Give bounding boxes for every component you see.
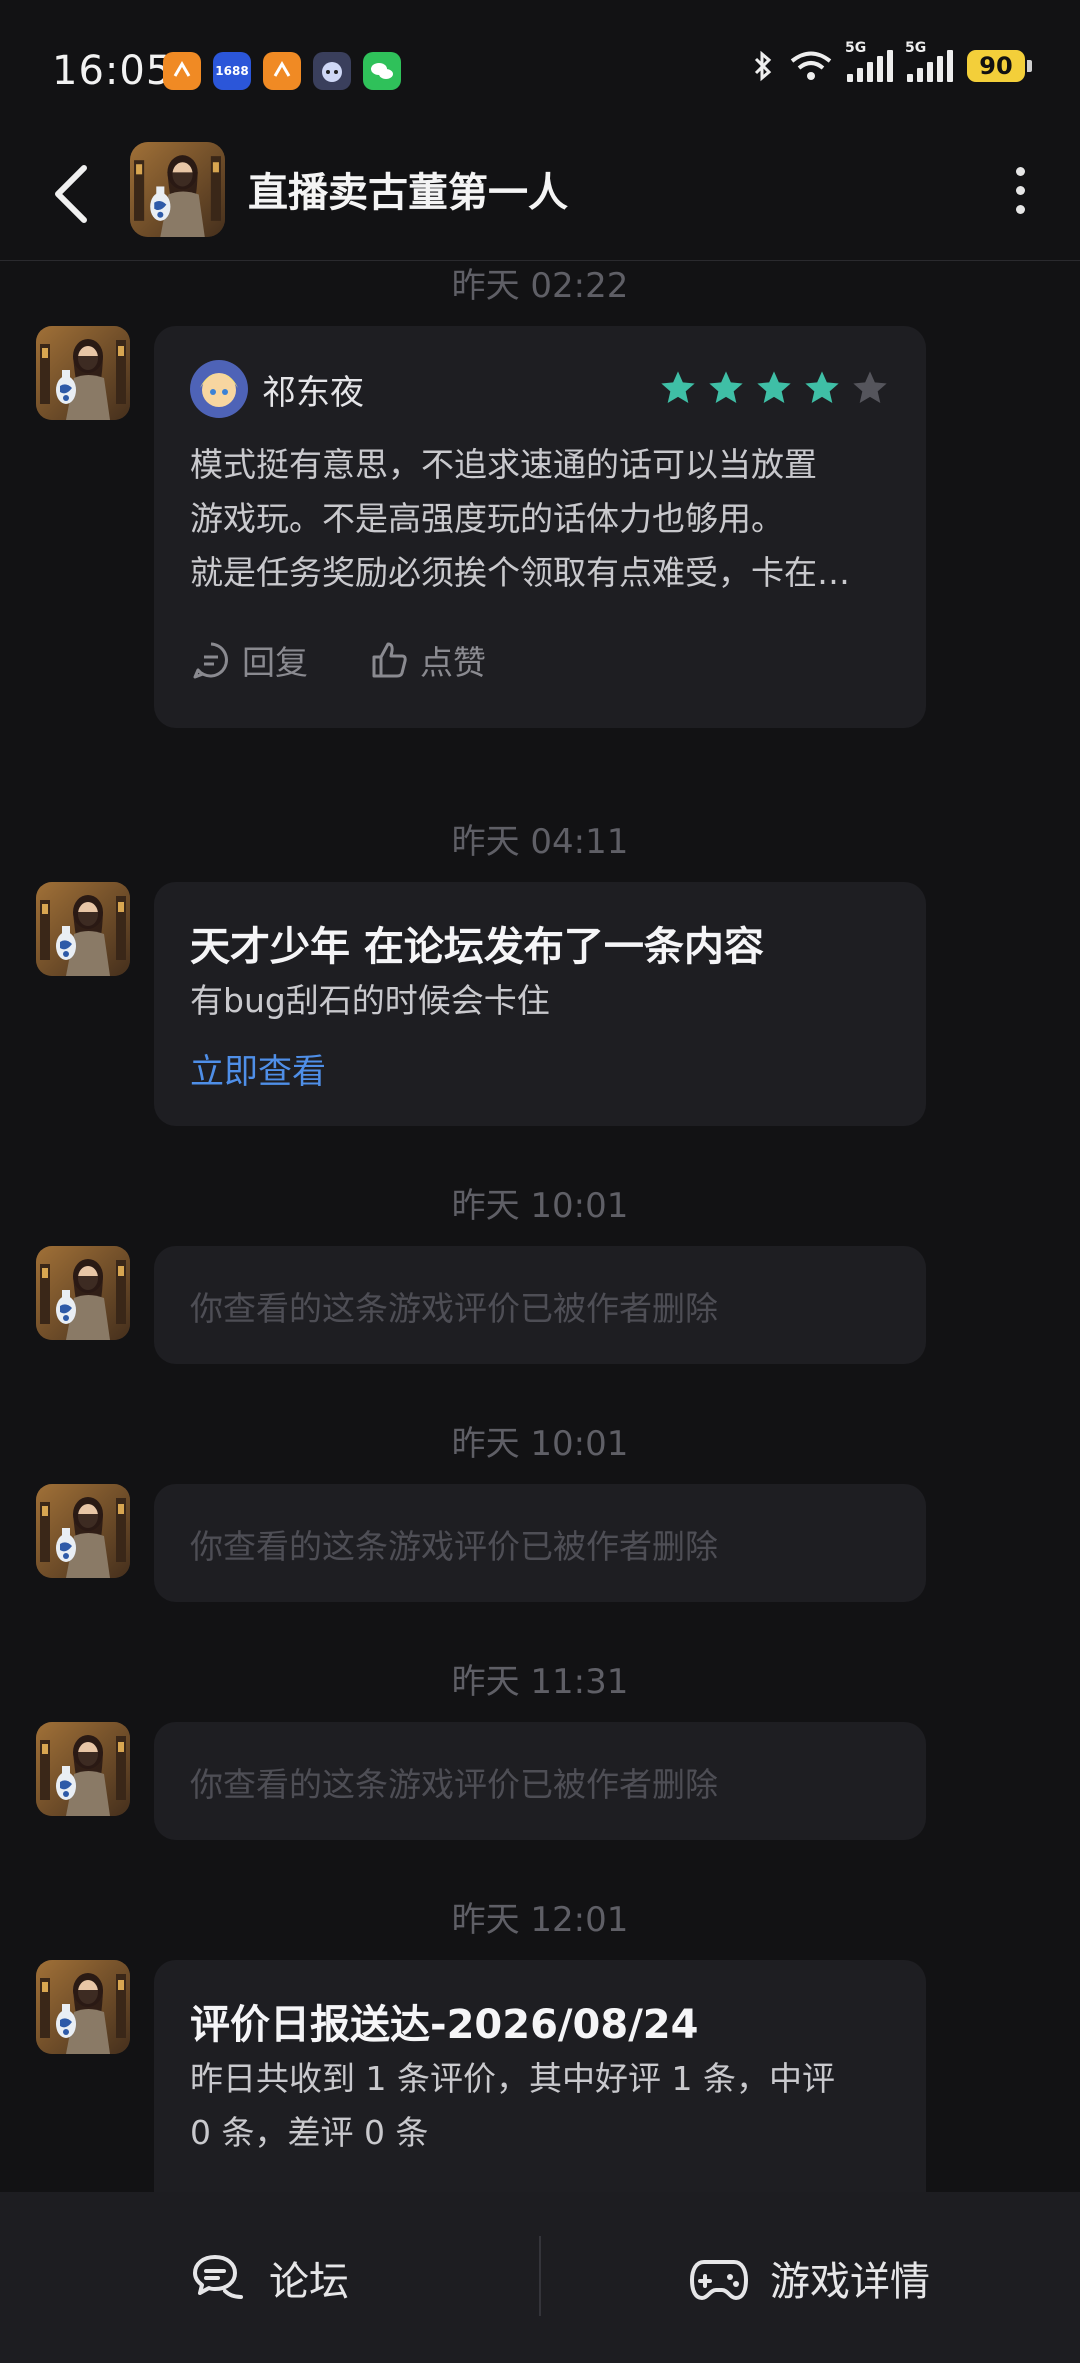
deleted-notice: 你查看的这条游戏评价已被作者删除	[190, 1765, 718, 1804]
1688-label: 1688	[215, 64, 249, 78]
review-text-line: 游戏玩。不是高强度玩的话体力也够用。	[190, 499, 784, 538]
system-indicators: 5G 5G 90	[751, 40, 1032, 82]
game-details-label: 游戏详情	[770, 2258, 930, 2305]
notification-icons: 1688	[163, 52, 401, 90]
user-name[interactable]: 祁东夜	[262, 365, 364, 414]
app-header: 直播卖古董第一人	[0, 130, 1080, 261]
sender-avatar[interactable]	[36, 1484, 130, 1578]
chevron-left-icon	[55, 165, 87, 223]
message-timestamp: 昨天 12:01	[451, 1900, 629, 1940]
deleted-review-card: 你查看的这条游戏评价已被作者删除	[154, 1246, 926, 1364]
taobao-icon	[263, 52, 301, 90]
forum-post-card[interactable]: 天才少年 在论坛发布了一条内容 有bug刮石的时候会卡住 立即查看	[154, 882, 926, 1126]
message-timestamp: 昨天 11:31	[451, 1662, 629, 1702]
review-card[interactable]: 祁东夜 模式挺有意思，不追求速通的话可以当放置 游戏玩。不是高强度玩的话体力也够…	[154, 326, 926, 728]
battery-icon: 90	[967, 50, 1032, 82]
reply-icon	[193, 642, 228, 679]
game-avatar[interactable]	[130, 142, 225, 237]
view-now-link[interactable]: 立即查看	[190, 1044, 326, 1093]
reply-button[interactable]: 回复	[190, 636, 308, 684]
review-text-line: 模式挺有意思，不追求速通的话可以当放置	[190, 445, 817, 484]
like-label: 点赞	[420, 643, 486, 682]
review-actions: 回复 点赞	[190, 636, 486, 684]
game-details-tab[interactable]: 游戏详情	[540, 2192, 1080, 2363]
review-author: 祁东夜	[190, 360, 364, 418]
1688-icon: 1688	[213, 52, 251, 90]
sender-avatar[interactable]	[36, 1246, 130, 1340]
network-type: 5G	[905, 40, 927, 56]
deleted-review-card: 你查看的这条游戏评价已被作者删除	[154, 1722, 926, 1840]
battery-level: 90	[967, 50, 1025, 82]
cellular-signal-icon: 5G	[845, 40, 893, 82]
bluetooth-icon	[754, 50, 772, 82]
cellular-signal-icon: 5G	[905, 40, 953, 82]
reply-label: 回复	[242, 643, 308, 682]
wifi-icon	[790, 51, 832, 80]
deleted-notice: 你查看的这条游戏评价已被作者删除	[190, 1289, 718, 1328]
wechat-icon	[363, 52, 401, 90]
clock: 16:05	[52, 48, 173, 94]
star-empty-icon	[850, 368, 890, 408]
chat-bubble-icon	[193, 2254, 243, 2299]
report-title: 评价日报送达-2026/08/24	[190, 2002, 699, 2048]
bottom-navigation: 论坛 游戏详情	[0, 2192, 1080, 2363]
sender-avatar[interactable]	[36, 882, 130, 976]
review-text-line: 就是任务奖励必须挨个领取有点难受，卡在…	[190, 553, 850, 592]
report-body-line: 昨日共收到 1 条评价，其中好评 1 条，中评	[190, 2059, 835, 2098]
network-type: 5G	[845, 40, 867, 56]
star-filled-icon	[658, 368, 698, 408]
forum-tab[interactable]: 论坛	[0, 2192, 540, 2363]
page-title: 直播卖古董第一人	[248, 170, 568, 216]
thumbs-up-icon	[372, 642, 407, 678]
star-filled-icon	[802, 368, 842, 408]
user-avatar[interactable]	[190, 360, 248, 418]
rating-stars	[658, 368, 890, 408]
forum-post-title: 天才少年 在论坛发布了一条内容	[190, 924, 764, 970]
star-filled-icon	[754, 368, 794, 408]
more-button[interactable]	[1000, 160, 1040, 220]
gamepad-icon	[690, 2259, 748, 2300]
back-button[interactable]	[44, 158, 104, 228]
review-text[interactable]: 模式挺有意思，不追求速通的话可以当放置 游戏玩。不是高强度玩的话体力也够用。 就…	[190, 438, 890, 600]
taobao-icon	[163, 52, 201, 90]
deleted-notice: 你查看的这条游戏评价已被作者删除	[190, 1527, 718, 1566]
deleted-review-card: 你查看的这条游戏评价已被作者删除	[154, 1484, 926, 1602]
message-timestamp: 昨天 10:01	[451, 1424, 629, 1464]
sender-avatar[interactable]	[36, 326, 130, 420]
report-body-line: 0 条，差评 0 条	[190, 2113, 429, 2152]
forum-post-excerpt: 有bug刮石的时候会卡住	[190, 981, 550, 1020]
bot-app-icon	[313, 52, 351, 90]
sender-avatar[interactable]	[36, 1722, 130, 1816]
like-button[interactable]: 点赞	[368, 636, 486, 684]
message-timestamp: 昨天 02:22	[451, 266, 629, 306]
report-body: 昨日共收到 1 条评价，其中好评 1 条，中评 0 条，差评 0 条	[190, 2052, 890, 2160]
sender-avatar[interactable]	[36, 1960, 130, 2054]
more-vertical-icon	[1015, 166, 1025, 176]
message-timestamp: 昨天 10:01	[451, 1186, 629, 1226]
forum-label: 论坛	[269, 2258, 349, 2305]
star-filled-icon	[706, 368, 746, 408]
message-timestamp: 昨天 04:11	[451, 822, 629, 862]
status-bar: 16:05 1688 5G 5G 90	[0, 0, 1080, 130]
